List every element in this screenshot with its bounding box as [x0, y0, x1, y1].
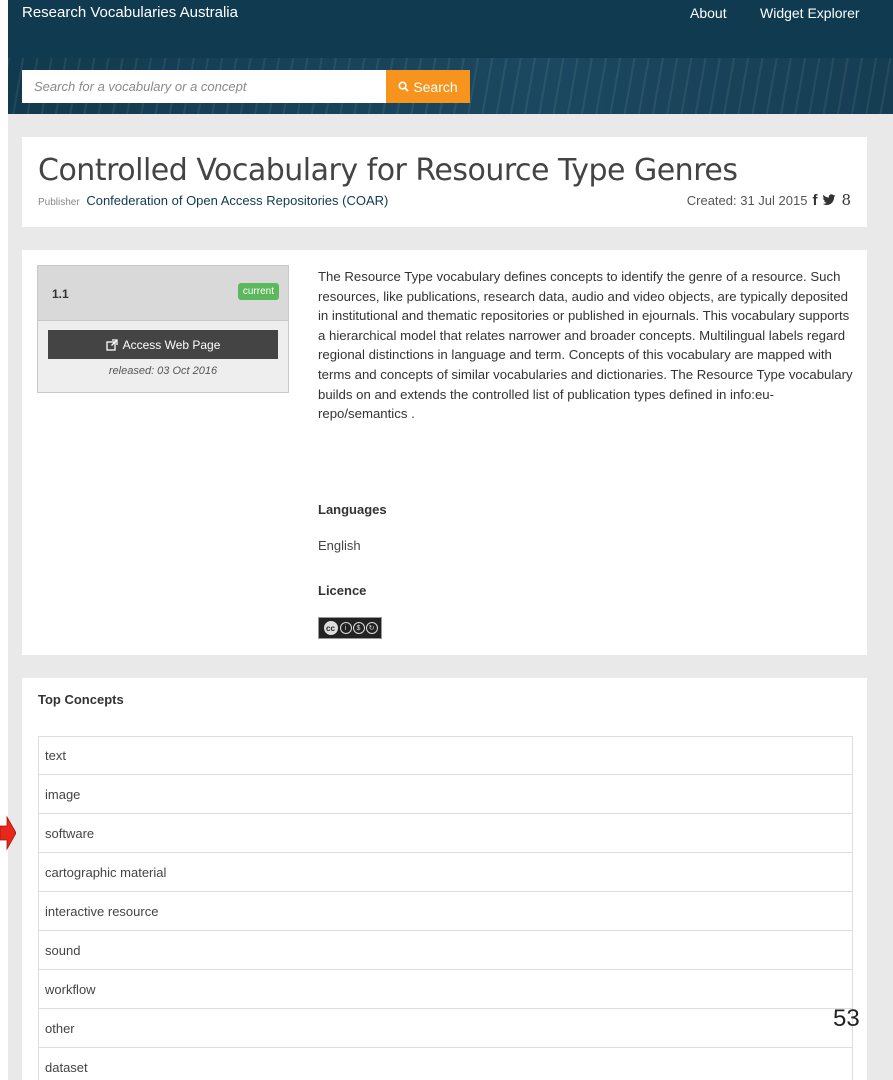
page-frame: Research Vocabularies Australia About Wi… — [8, 0, 893, 1080]
facebook-icon[interactable]: f — [812, 192, 817, 209]
cc-icon: cc — [322, 620, 339, 636]
twitter-icon[interactable] — [822, 194, 836, 206]
concept-item-text[interactable]: text — [38, 736, 853, 775]
version-panel: 1.1 current Access Web Page released: 03… — [37, 265, 289, 393]
slide-number: 53 — [833, 1005, 860, 1032]
google-plus-icon[interactable]: 8 — [841, 191, 851, 209]
by-icon: i — [339, 622, 352, 634]
nc-icon: $ — [352, 622, 365, 634]
concept-item-dataset[interactable]: dataset — [38, 1048, 853, 1080]
search-bar: Search — [8, 58, 893, 114]
nav-about-link[interactable]: About — [690, 5, 727, 21]
publisher-label: Publisher — [38, 197, 80, 208]
cc-by-nc-sa-badge[interactable]: cc i $ ↻ — [318, 617, 382, 639]
search-button-label: Search — [413, 78, 458, 95]
nav-widget-explorer-link[interactable]: Widget Explorer — [760, 5, 860, 21]
search-input[interactable] — [22, 70, 386, 103]
concept-item-other[interactable]: other — [38, 1009, 853, 1048]
top-concepts-card: Top Concepts text image software cartogr… — [22, 678, 867, 1080]
concept-item-cartographic-material[interactable]: cartographic material — [38, 853, 853, 892]
languages-value: English — [318, 538, 361, 553]
licence-heading: Licence — [318, 583, 367, 598]
concept-list: text image software cartographic materia… — [38, 736, 853, 1080]
created-line: Created: 31 Jul 2015 f 8 — [687, 191, 851, 209]
concept-item-workflow[interactable]: workflow — [38, 970, 853, 1009]
concept-item-software[interactable]: software — [38, 814, 853, 853]
status-badge: current — [237, 283, 279, 300]
sa-icon: ↻ — [365, 622, 378, 634]
languages-heading: Languages — [318, 502, 387, 517]
created-date: Created: 31 Jul 2015 — [686, 192, 808, 208]
vocabulary-header-card: Controlled Vocabulary for Resource Type … — [22, 137, 867, 227]
red-arrow-icon — [0, 815, 16, 851]
site-title-link[interactable]: Research Vocabularies Australia — [22, 4, 238, 21]
search-icon — [398, 81, 410, 92]
concept-item-sound[interactable]: sound — [38, 931, 853, 970]
search-button[interactable]: Search — [386, 70, 470, 103]
access-web-page-label: Access Web Page — [122, 337, 221, 352]
publisher-line: Publisher Confederation of Open Access R… — [38, 193, 388, 208]
top-concepts-heading: Top Concepts — [38, 692, 124, 707]
external-link-icon — [105, 338, 118, 351]
publisher-link[interactable]: Confederation of Open Access Repositorie… — [86, 193, 388, 208]
access-web-page-button[interactable]: Access Web Page — [48, 330, 278, 359]
version-number: 1.1 — [52, 287, 69, 301]
concept-item-interactive-resource[interactable]: interactive resource — [38, 892, 853, 931]
vocabulary-description: The Resource Type vocabulary defines con… — [318, 269, 853, 422]
top-navbar: Research Vocabularies Australia About Wi… — [8, 0, 893, 58]
page-title: Controlled Vocabulary for Resource Type … — [38, 153, 738, 188]
vocabulary-detail-card: 1.1 current Access Web Page released: 03… — [22, 250, 867, 655]
version-header: 1.1 current — [38, 266, 288, 321]
release-date: released: 03 Oct 2016 — [108, 365, 218, 377]
concept-item-image[interactable]: image — [38, 775, 853, 814]
